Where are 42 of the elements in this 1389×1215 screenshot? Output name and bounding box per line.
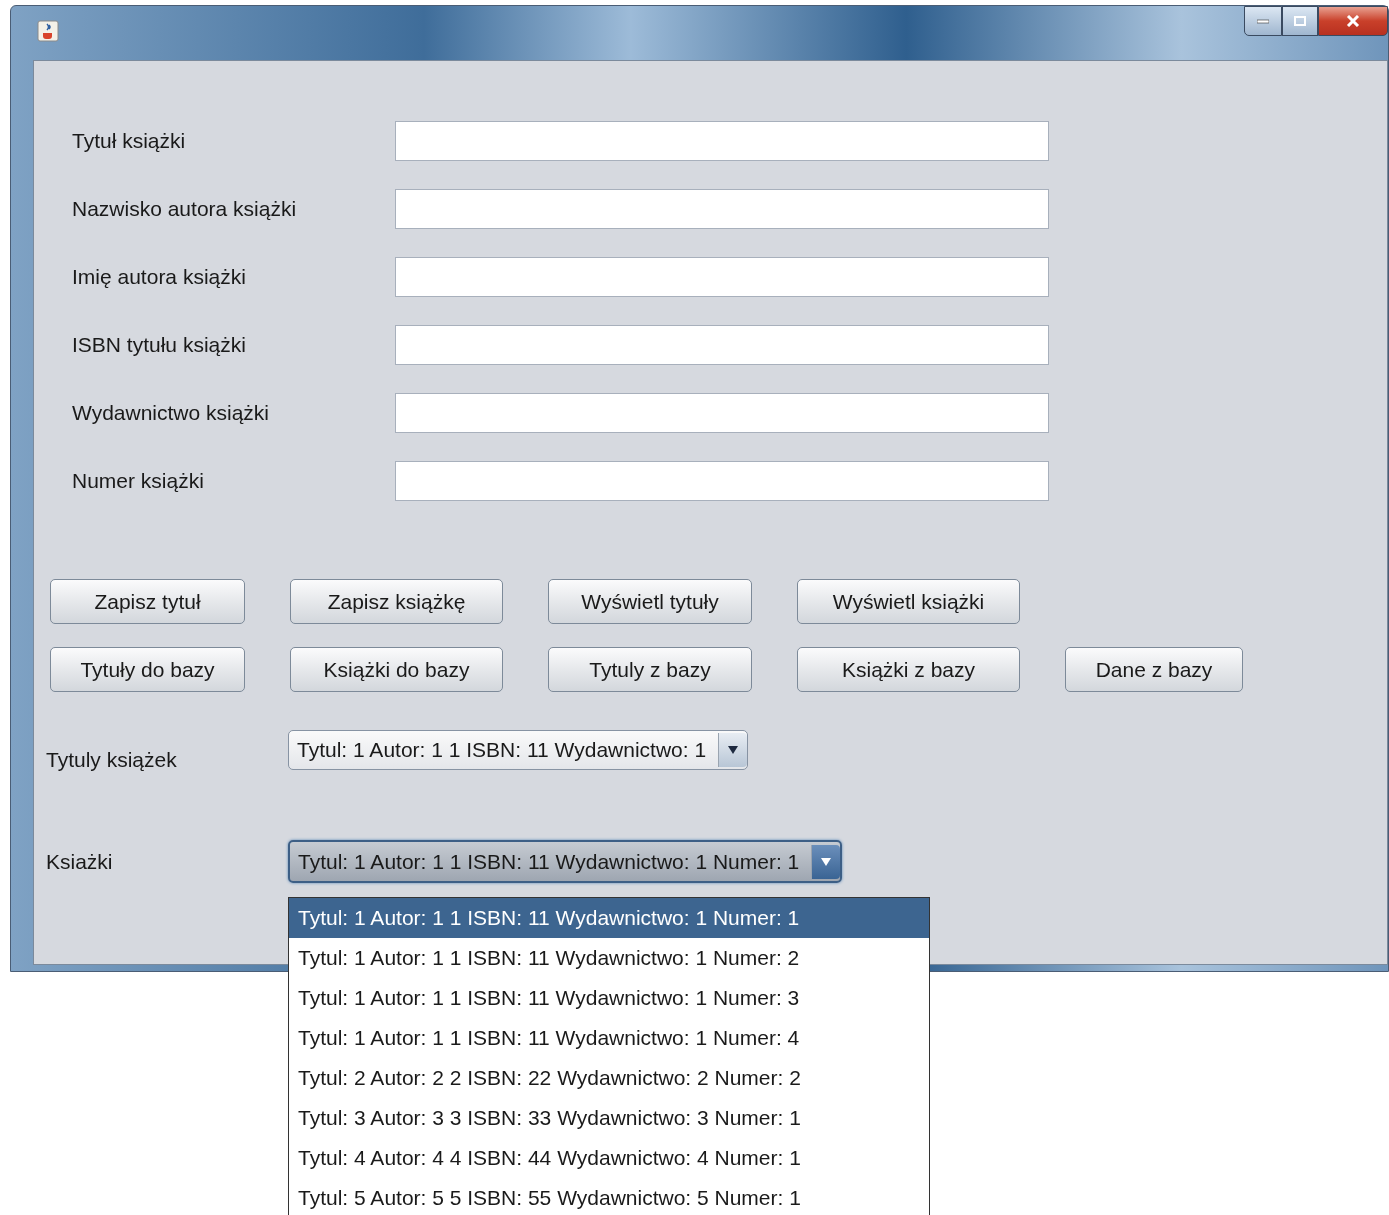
action-button[interactable]: Zapisz książkę [290, 579, 503, 624]
maximize-button[interactable] [1282, 6, 1318, 36]
close-icon [1346, 15, 1360, 27]
field-label: Nazwisko autora książki [72, 197, 298, 221]
field-label: Imię autora książki [72, 265, 247, 289]
combo-value: Tytul: 1 Autor: 1 1 ISBN: 11 Wydawnictwo: 1 [297, 738, 708, 762]
dropdown-item[interactable]: Tytul: 1 Autor: 1 1 ISBN: 11 Wydawnictwo: 1 Numer: 2 [289, 938, 929, 978]
combo-box[interactable]: Tytul: 1 Autor: 1 1 ISBN: 11 Wydawnictwo: 1 [288, 730, 749, 770]
input-field[interactable] [395, 189, 1049, 229]
combo-label: Tytuly książek [46, 748, 178, 772]
input-field[interactable] [395, 325, 1049, 365]
dropdown-item[interactable]: Tytul: 3 Autor: 3 3 ISBN: 33 Wydawnictwo: 3 Numer: 1 [289, 1098, 929, 1138]
dropdown-item[interactable]: Tytul: 2 Autor: 2 2 ISBN: 22 Wydawnictwo: 2 Numer: 2 [289, 1058, 929, 1098]
dropdown-item[interactable]: Tytul: 1 Autor: 1 1 ISBN: 11 Wydawnictwo: 1 Numer: 3 [289, 978, 929, 1018]
dropdown-item[interactable]: Tytul: 4 Autor: 4 4 ISBN: 44 Wydawnictwo: 4 Numer: 1 [289, 1138, 929, 1178]
minimize-icon [1257, 18, 1269, 24]
action-button[interactable]: Dane z bazy [1065, 647, 1243, 692]
field-label: Wydawnictwo książki [72, 401, 271, 425]
field-label: Numer książki [72, 469, 205, 493]
input-field[interactable] [395, 257, 1049, 297]
combo-value: Tytul: 1 Autor: 1 1 ISBN: 11 Wydawnictwo: 1 Numer: 1 [298, 849, 801, 874]
field-label: Tytuł książki [72, 129, 187, 153]
action-button[interactable]: Wyświetl książki [797, 579, 1020, 624]
action-button[interactable]: Książki z bazy [797, 647, 1020, 692]
close-button[interactable] [1318, 6, 1388, 36]
input-field[interactable] [395, 393, 1049, 433]
combo-label: Ksiażki [46, 849, 114, 874]
dropdown-item[interactable]: Tytul: 1 Autor: 1 1 ISBN: 11 Wydawnictwo: 1 Numer: 1 [289, 898, 929, 938]
dropdown-item[interactable]: Tytul: 5 Autor: 5 5 ISBN: 55 Wydawnictwo: 5 Numer: 1 [289, 1178, 929, 1215]
combo-box[interactable]: Tytul: 1 Autor: 1 1 ISBN: 11 Wydawnictwo: 1 Numer: 1 [288, 840, 843, 883]
input-field[interactable] [395, 121, 1049, 161]
action-button[interactable]: Tytuly z bazy [548, 647, 752, 692]
action-button[interactable]: Tytuły do bazy [50, 647, 245, 692]
field-label: ISBN tytułu książki [72, 333, 247, 357]
cup-icon [37, 20, 59, 42]
action-button[interactable]: Wyświetl tytuły [548, 579, 752, 624]
input-field[interactable] [395, 461, 1049, 501]
dropdown-item[interactable]: Tytul: 1 Autor: 1 1 ISBN: 11 Wydawnictwo: 1 Numer: 4 [289, 1018, 929, 1058]
minimize-button[interactable] [1244, 6, 1282, 36]
maximize-icon [1294, 16, 1306, 26]
action-button[interactable]: Książki do bazy [290, 647, 503, 692]
action-button[interactable]: Zapisz tytuł [50, 579, 245, 624]
